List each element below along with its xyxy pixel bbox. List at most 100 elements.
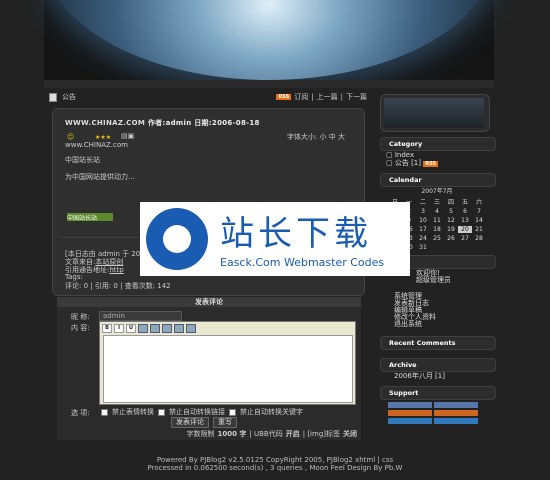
calendar-day[interactable]: 20 (458, 226, 472, 233)
support-header: Support (380, 386, 496, 400)
editor-toolbar: B I U (102, 324, 196, 333)
calendar-day[interactable]: 11 (430, 217, 444, 224)
calendar-day[interactable]: 14 (472, 217, 486, 224)
calendar-day[interactable]: 28 (472, 235, 486, 242)
article-body-1: 中国站长站 (65, 156, 100, 164)
calendar-day[interactable]: 19 (444, 226, 458, 233)
print-icon[interactable]: ▤▣ (121, 132, 134, 140)
nick-label: 昵 称: (71, 313, 90, 321)
archive-item[interactable]: 2006年八月 [1] (394, 371, 445, 381)
calendar-day[interactable]: 4 (430, 208, 444, 215)
article-url: www.CHINAZ.com (65, 141, 128, 149)
font-size-switch: 字体大小: 小 中 大 (286, 133, 345, 141)
calendar-day[interactable]: 3 (416, 208, 430, 215)
earth-image (44, 0, 494, 80)
footer-line-1: Powered By PJBlog2 v2.5.0125 CopyRight 2… (156, 456, 394, 464)
comment-editor: B I U (99, 321, 356, 405)
sidebar-top (380, 94, 490, 132)
easck-logo-icon (146, 208, 208, 270)
panel-role: 超级管理员 (416, 276, 451, 284)
nick-input[interactable]: admin (99, 311, 182, 321)
document-icon (49, 93, 57, 102)
article-body-2: 为中国网站提供动力... (65, 173, 135, 181)
email-button[interactable] (162, 324, 172, 333)
chinaz-logo: 中国站长站 (67, 213, 113, 222)
comment-textarea[interactable] (103, 335, 353, 403)
option-checkbox-3[interactable] (229, 408, 236, 416)
subscribe-link[interactable]: 订阅 (294, 92, 308, 102)
header-banner (0, 0, 550, 88)
rss-badge[interactable] (388, 410, 432, 416)
w3c-xhtml-badge[interactable] (388, 402, 432, 408)
watermark-subtitle: Easck.Com Webmaster Codes (220, 256, 385, 269)
pjblog-badge[interactable] (388, 418, 432, 424)
calendar-day[interactable]: 5 (444, 208, 458, 215)
smiley-button[interactable] (186, 324, 196, 333)
article-nav: 公告 RSS 订阅 | 上一篇 | 下一篇 (44, 90, 369, 103)
calendar-day[interactable]: 6 (458, 208, 472, 215)
calendar-title: 2007年7月 (421, 188, 453, 195)
watermark-title: 站长下载 (220, 214, 372, 254)
calendar-day[interactable]: 26 (444, 235, 458, 242)
flash-button[interactable] (174, 324, 184, 333)
calendar-day[interactable]: 10 (416, 217, 430, 224)
calendar-day[interactable]: 18 (430, 226, 444, 233)
weekday-2: 二 (419, 199, 426, 206)
calendar-day[interactable]: 13 (458, 217, 472, 224)
article-stats: 评论: 0 | 引用: 0 | 查看次数: 142 (65, 282, 171, 290)
comment-form: 发表评论 昵 称: admin 内 容: B I U 选 项: 禁止表情转换 禁… (57, 297, 361, 440)
bold-button[interactable]: B (102, 324, 112, 333)
font-small[interactable]: 小 (320, 133, 327, 141)
form-buttons: 发表评论 重写 (171, 417, 237, 428)
calendar-day[interactable]: 12 (444, 217, 458, 224)
font-medium[interactable]: 中 (329, 133, 336, 141)
recent-comments-header: Recent Comments (380, 336, 496, 350)
weekday-4: 四 (447, 199, 454, 206)
calendar-header: Calendar (380, 173, 496, 187)
calendar-day[interactable]: 27 (458, 235, 472, 242)
weekday-6: 六 (475, 199, 482, 206)
category-header: Category (380, 137, 496, 151)
support-badges (388, 402, 478, 424)
calendar-day[interactable]: 24 (416, 235, 430, 242)
article-site: WWW.CHINAZ.COM (65, 119, 146, 127)
calendar-day[interactable]: 7 (472, 208, 486, 215)
content-label: 内 容: (71, 324, 90, 332)
license-badge[interactable] (434, 418, 478, 424)
rss-icon[interactable]: RSS (276, 94, 292, 100)
smiley-icon: ☺ (67, 133, 75, 141)
footer-line-2: Processed in 0.062500 second(s) , 3 quer… (147, 464, 403, 472)
calendar-day[interactable]: 21 (472, 226, 486, 233)
watermark-overlay: 站长下载 Easck.Com Webmaster Codes (140, 202, 410, 276)
italic-button[interactable]: I (114, 324, 124, 333)
reset-button[interactable]: 重写 (213, 417, 237, 428)
option-checkbox-1[interactable] (101, 408, 108, 416)
next-link[interactable]: 下一篇 (346, 92, 367, 102)
link-button[interactable] (150, 324, 160, 333)
w3c-css-badge[interactable] (434, 402, 478, 408)
category-title: 公告 (62, 93, 76, 101)
comment-header: 发表评论 (57, 297, 361, 307)
calendar-day[interactable]: 31 (416, 244, 430, 251)
calendar-day[interactable]: 25 (430, 235, 444, 242)
weekday-3: 三 (433, 199, 440, 206)
panel-link-logout[interactable]: 退出系统 (394, 319, 422, 329)
font-large[interactable]: 大 (338, 133, 345, 141)
image-button[interactable] (138, 324, 148, 333)
prev-link[interactable]: 上一篇 (317, 92, 338, 102)
rating-stars: ★★★ (95, 134, 112, 141)
options-row: 禁止表情转换 禁止自动转换链接 禁止自动转换关键字 (101, 407, 303, 417)
archive-header: Archive (380, 358, 496, 372)
calendar-day[interactable]: 17 (416, 226, 430, 233)
submit-button[interactable]: 发表评论 (171, 417, 209, 428)
form-limits: 字数限制 1000 字 | UBB代码 开启 | [img]标签 关闭 (186, 430, 358, 438)
category-item-notice[interactable]: ▢ 公告 [1] RSS (386, 158, 439, 168)
atom-badge[interactable] (434, 410, 478, 416)
weekday-5: 五 (461, 199, 468, 206)
underline-button[interactable]: U (126, 324, 136, 333)
options-label: 选 项: (71, 409, 90, 417)
article-tags: Tags: (65, 273, 83, 281)
option-checkbox-2[interactable] (158, 408, 165, 416)
article-meta: 作者:admin 日期:2006-08-18 (147, 119, 260, 127)
page-footer: Powered By PJBlog2 v2.5.0125 CopyRight 2… (0, 456, 550, 472)
